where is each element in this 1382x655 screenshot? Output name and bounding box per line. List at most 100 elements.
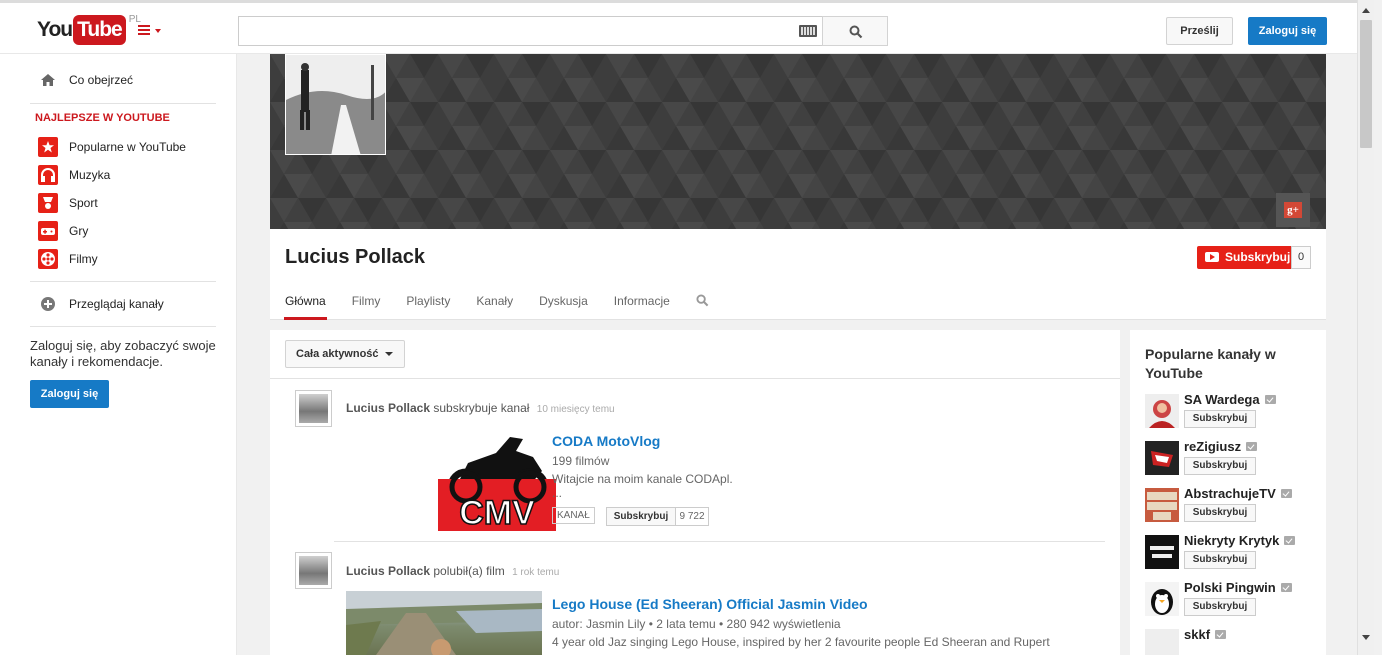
- rail-subscribe-button[interactable]: Subskrybuj: [1184, 598, 1256, 616]
- subscriber-count: 0: [1291, 246, 1311, 269]
- verified-icon: [1280, 489, 1292, 498]
- tab-videos[interactable]: Filmy: [352, 281, 381, 320]
- channel-thumbnail[interactable]: [1145, 488, 1179, 522]
- rail-channel-item: reZigiusz Subskrybuj: [1145, 439, 1320, 481]
- verified-icon: [1284, 536, 1296, 545]
- channel-badge: KANAŁ: [552, 507, 595, 524]
- channel-tabs: Główna Filmy Playlisty Kanały Dyskusja I…: [284, 281, 709, 320]
- channel-thumbnail[interactable]: [1145, 535, 1179, 569]
- video-views: 280 942 wyświetlenia: [726, 617, 841, 631]
- guide-item-what-to-watch[interactable]: Co obejrzeć: [38, 68, 133, 92]
- page-scrollbar[interactable]: [1357, 0, 1374, 655]
- feed-author-avatar[interactable]: [295, 390, 332, 427]
- scroll-up-arrow-icon[interactable]: [1362, 8, 1370, 13]
- search-button[interactable]: [822, 16, 888, 46]
- rail-channel-name[interactable]: AbstrachujeTV: [1184, 486, 1292, 501]
- rail-subscribe-button[interactable]: Subskrybuj: [1184, 551, 1256, 569]
- channel-thumbnail[interactable]: [1145, 582, 1179, 616]
- feed-divider: [334, 541, 1105, 542]
- feed-author-avatar[interactable]: [295, 552, 332, 589]
- guide-item-label: Co obejrzeć: [69, 73, 134, 87]
- guide-section-heading: NAJLEPSZE W YOUTUBE: [35, 112, 170, 124]
- channel-search-icon[interactable]: [696, 281, 709, 320]
- tab-home[interactable]: Główna: [284, 281, 327, 320]
- feed-action: polubił(a) film: [433, 564, 505, 578]
- rail-channel-item: skkf: [1145, 627, 1320, 655]
- feed-divider: [270, 378, 1120, 379]
- guide-item-games[interactable]: Gry: [38, 219, 88, 243]
- guide-sidebar: Co obejrzeć NAJLEPSZE W YOUTUBE Popularn…: [0, 54, 237, 655]
- guide-item-browse-channels[interactable]: Przeglądaj kanały: [38, 292, 164, 316]
- channel-avatar[interactable]: [285, 54, 386, 155]
- meta-bullet: •: [718, 617, 727, 631]
- keyboard-icon[interactable]: [799, 25, 817, 37]
- guide-item-movies[interactable]: Filmy: [38, 247, 98, 271]
- feed-subscriber-count: 9 722: [675, 507, 709, 526]
- caret-down-icon: [385, 352, 393, 356]
- subscribe-label: Subskrybuj: [1225, 250, 1291, 264]
- rail-subscribe-button[interactable]: Subskrybuj: [1184, 410, 1256, 428]
- channel-thumbnail[interactable]: [1145, 394, 1179, 428]
- guide-login-button[interactable]: Zaloguj się: [30, 380, 109, 408]
- rail-channel-name[interactable]: skkf: [1184, 627, 1227, 642]
- logo-region: PL: [128, 14, 141, 25]
- guide-item-label: Filmy: [69, 252, 98, 266]
- logo-you: You: [37, 18, 73, 41]
- guide-divider: [30, 281, 216, 282]
- guide-item-music[interactable]: Muzyka: [38, 163, 110, 187]
- cmv-logo-text: CMV: [459, 494, 535, 531]
- rail-channel-name[interactable]: Polski Pingwin: [1184, 580, 1292, 595]
- feed-author[interactable]: Lucius Pollack: [346, 401, 430, 415]
- channel-title[interactable]: Lucius Pollack: [285, 246, 425, 269]
- guide-item-label: Sport: [69, 196, 98, 210]
- channel-thumbnail[interactable]: [1145, 441, 1179, 475]
- guide-item-label: Gry: [69, 224, 89, 238]
- channel-banner: [270, 54, 1326, 229]
- guide-menu-button[interactable]: [138, 25, 162, 39]
- guide-item-label: Przeglądaj kanały: [69, 297, 164, 311]
- video-author[interactable]: autor: Jasmin Lily: [552, 617, 645, 631]
- banner-pattern: [270, 54, 1326, 229]
- feed-item-ellipsis: ...: [552, 486, 563, 500]
- google-plus-button[interactable]: g+: [1276, 193, 1310, 227]
- tab-discussion[interactable]: Dyskusja: [539, 281, 588, 320]
- tab-playlists[interactable]: Playlisty: [406, 281, 450, 320]
- guide-item-popular[interactable]: Popularne w YouTube: [38, 135, 186, 159]
- tab-about[interactable]: Informacje: [614, 281, 670, 320]
- feed-author[interactable]: Lucius Pollack: [346, 564, 430, 578]
- cmv-channel-logo[interactable]: CMV: [438, 427, 556, 531]
- rail-subscribe-button[interactable]: Subskrybuj: [1184, 457, 1256, 475]
- tab-channels[interactable]: Kanały: [476, 281, 513, 320]
- activity-filter-dropdown[interactable]: Cała aktywność: [285, 340, 405, 368]
- guide-divider: [30, 103, 216, 104]
- login-button[interactable]: Zaloguj się: [1248, 17, 1327, 45]
- search-input[interactable]: [238, 16, 823, 46]
- rail-channel-name[interactable]: Niekryty Krytyk: [1184, 533, 1296, 548]
- feed-item-title[interactable]: Lego House (Ed Sheeran) Official Jasmin …: [552, 596, 868, 612]
- hamburger-icon: [138, 25, 150, 37]
- feed-item-title[interactable]: CODA MotoVlog: [552, 433, 660, 449]
- upload-button[interactable]: Prześlij: [1166, 17, 1233, 45]
- scroll-down-arrow-icon[interactable]: [1362, 635, 1370, 640]
- subscribe-button[interactable]: Subskrybuj: [1197, 246, 1291, 269]
- masthead: You Tube PL Prześlij Zaloguj się: [0, 0, 1357, 54]
- rail-channel-item: AbstrachujeTV Subskrybuj: [1145, 486, 1320, 528]
- feed-item-header: Lucius Pollack polubił(a) film 1 rok tem…: [346, 564, 559, 578]
- guide-item-sport[interactable]: Sport: [38, 191, 98, 215]
- video-thumbnail[interactable]: [346, 591, 542, 655]
- youtube-logo[interactable]: You Tube PL: [37, 14, 141, 45]
- caret-down-icon: [155, 29, 161, 33]
- star-icon: [38, 137, 58, 157]
- feed-item-video-count: 199 filmów: [552, 454, 610, 468]
- headphones-icon: [38, 165, 58, 185]
- channel-thumbnail[interactable]: [1145, 629, 1179, 655]
- rail-channel-item: Polski Pingwin Subskrybuj: [1145, 580, 1320, 622]
- feed-subscribe-button[interactable]: Subskrybuj: [606, 507, 676, 526]
- rail-channel-name[interactable]: reZigiusz: [1184, 439, 1258, 454]
- verified-icon: [1280, 583, 1292, 592]
- scroll-thumb[interactable]: [1360, 20, 1372, 148]
- rail-subscribe-button[interactable]: Subskrybuj: [1184, 504, 1256, 522]
- gamepad-icon: [38, 221, 58, 241]
- rail-channel-name[interactable]: SA Wardega: [1184, 392, 1276, 407]
- channel-header: Lucius Pollack Subskrybuj 0 Główna Filmy…: [270, 229, 1326, 320]
